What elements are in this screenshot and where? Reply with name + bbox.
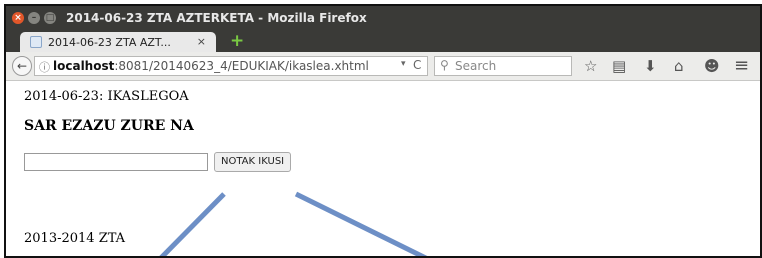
page-subheading: SAR EZAZU ZURE NA	[24, 118, 194, 134]
notak-ikusi-button[interactable]: NOTAK IKUSI	[214, 152, 292, 172]
menu-icon[interactable]: ≡	[734, 57, 749, 75]
back-button[interactable]: ←	[12, 56, 32, 76]
name-input[interactable]	[24, 153, 208, 171]
new-tab-button[interactable]: +	[230, 33, 244, 50]
url-text: localhost:8081/20140623_4/EDUKIAK/ikasle…	[53, 59, 369, 73]
home-icon[interactable]: ⌂	[674, 57, 684, 75]
tab-label: 2014-06-23 ZTA AZT...	[48, 36, 171, 49]
search-icon: ⚲	[440, 58, 449, 72]
window-title: 2014-06-23 ZTA AZTERKETA - Mozilla Firef…	[66, 11, 367, 25]
bookmark-star-icon[interactable]: ☆	[584, 57, 597, 75]
page-favicon-icon	[30, 36, 42, 48]
url-dropdown-icon[interactable]: ▾	[401, 59, 406, 69]
url-path: :8081/20140623_4/EDUKIAK/ikaslea.xhtml	[114, 59, 369, 73]
page-footer: 2013-2014 ZTA	[24, 231, 126, 246]
search-bar[interactable]: ⚲ Search	[434, 56, 572, 76]
tab-close-icon[interactable]: ×	[197, 35, 206, 48]
window-maximize-button[interactable]: □	[44, 12, 56, 24]
search-placeholder: Search	[455, 59, 497, 73]
chat-icon[interactable]: ☻	[704, 57, 720, 75]
url-host: localhost	[53, 59, 115, 73]
browser-window: × – □ 2014-06-23 ZTA AZTERKETA - Mozilla…	[4, 4, 762, 258]
tab-active[interactable]: 2014-06-23 ZTA AZT... ×	[20, 32, 216, 52]
download-icon[interactable]: ⬇	[644, 57, 657, 75]
site-identity-icon[interactable]: ⓘ	[39, 59, 50, 75]
page-heading: 2014-06-23: IKASLEGOA	[24, 89, 189, 104]
title-bar: × – □ 2014-06-23 ZTA AZTERKETA - Mozilla…	[6, 6, 760, 30]
navigation-toolbar: ← ⓘ localhost:8081/20140623_4/EDUKIAK/ik…	[6, 52, 760, 81]
tab-strip: 2014-06-23 ZTA AZT... × +	[6, 30, 760, 52]
reload-icon[interactable]: C	[413, 58, 421, 72]
window-minimize-button[interactable]: –	[28, 12, 40, 24]
window-close-button[interactable]: ×	[12, 12, 24, 24]
page-content: 2014-06-23: IKASLEGOA SAR EZAZU ZURE NA …	[6, 81, 760, 256]
url-bar[interactable]: ⓘ localhost:8081/20140623_4/EDUKIAK/ikas…	[34, 56, 428, 76]
reading-list-icon[interactable]: ▤	[612, 57, 626, 75]
